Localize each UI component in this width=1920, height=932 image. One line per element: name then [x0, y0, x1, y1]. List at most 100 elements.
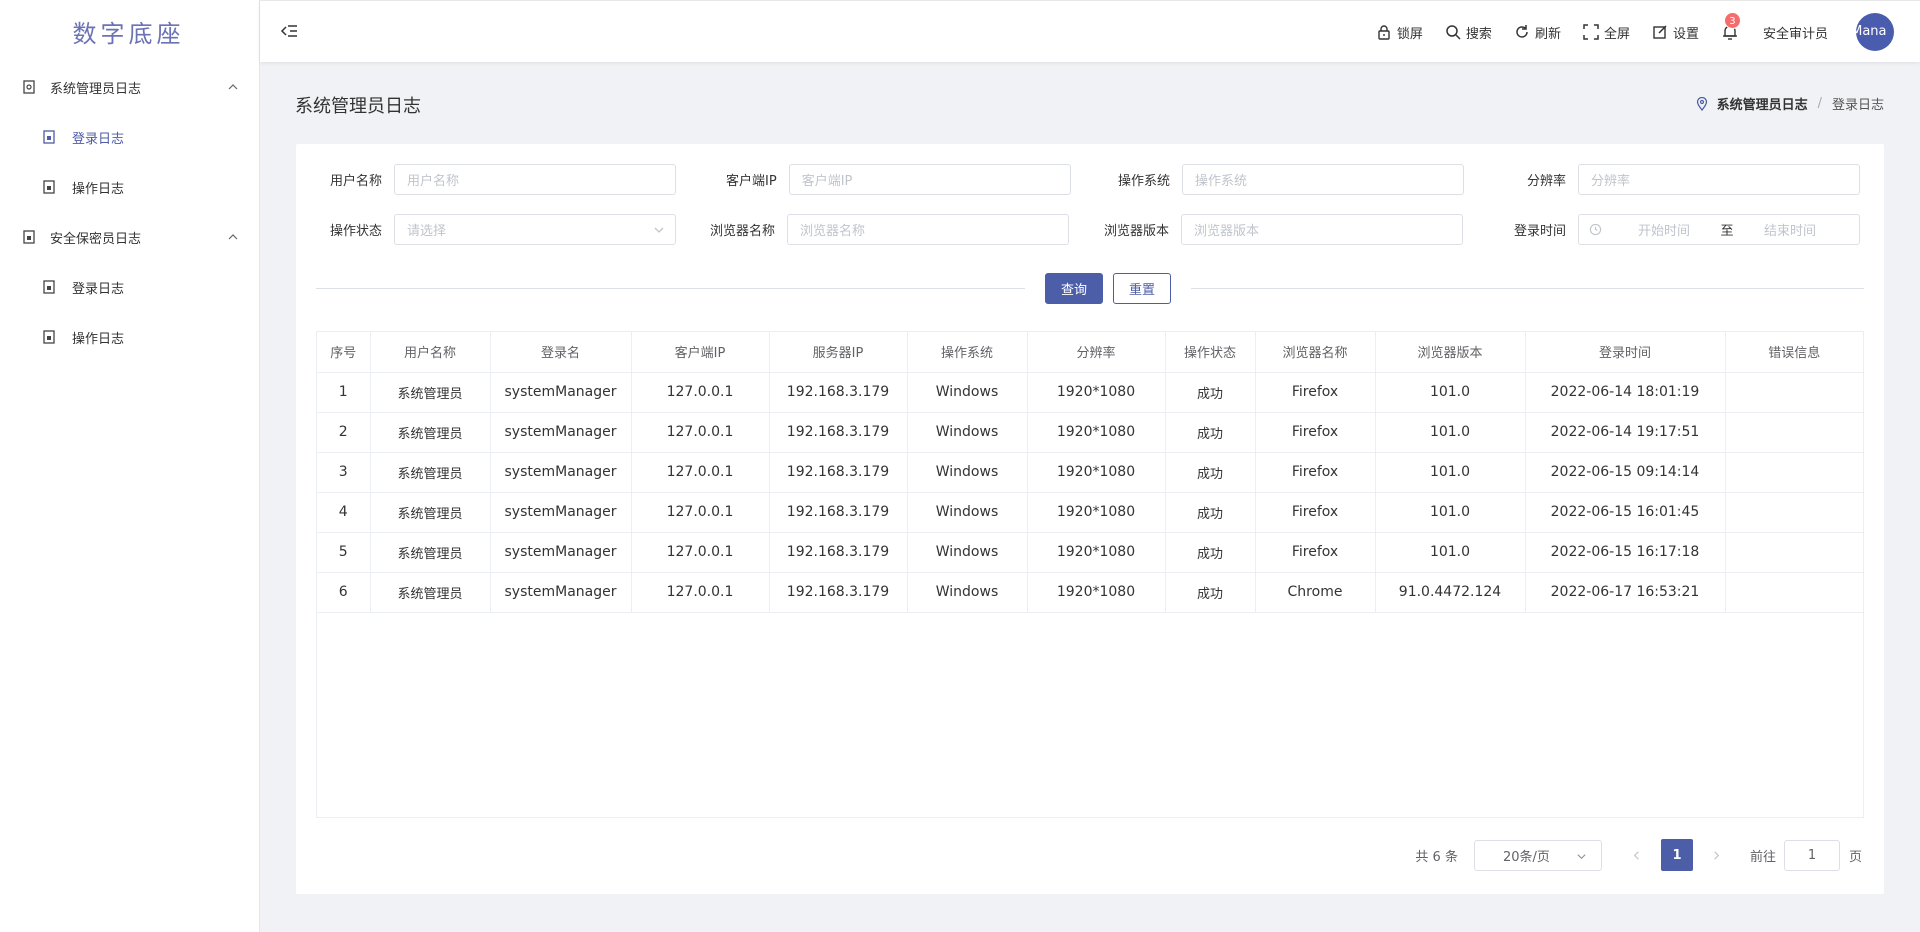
- table-cell: 4: [317, 492, 371, 533]
- table-cell: 成功: [1165, 412, 1256, 453]
- sidebar-item-admin-operation-log[interactable]: 操作日志: [0, 162, 259, 212]
- table-row[interactable]: 4 系统管理员 systemManager 127.0.0.1 192.168.3.17…: [317, 492, 1863, 533]
- filter-actions: 查询 重置: [1025, 273, 1192, 304]
- column-header: 登录时间: [1525, 332, 1726, 373]
- menu-head-admin-log[interactable]: 系统管理员日志: [0, 62, 259, 112]
- page-size-select[interactable]: 20条/页: [1473, 839, 1602, 871]
- collapse-menu-icon[interactable]: [280, 23, 298, 39]
- file-lock-icon: [43, 180, 55, 194]
- chevron-right-icon: [1714, 850, 1720, 860]
- filter-label: 用户名称: [330, 174, 383, 189]
- sidebar-item-security-login-log[interactable]: 登录日志: [0, 262, 259, 312]
- table-cell: Windows: [907, 372, 1028, 413]
- fullscreen-button[interactable]: 全屏: [1583, 23, 1630, 42]
- lock-screen-button[interactable]: 锁屏: [1376, 23, 1423, 42]
- avatar[interactable]: tMana: [1856, 13, 1894, 51]
- table-cell: 127.0.0.1: [631, 372, 770, 413]
- status-select-placeholder: 请选择: [407, 224, 447, 239]
- filter-label: 客户端IP: [726, 174, 777, 189]
- table-cell: 系统管理员: [370, 412, 491, 453]
- end-time-input[interactable]: 结束时间: [1746, 220, 1834, 239]
- table-row[interactable]: 5 系统管理员 systemManager 127.0.0.1 192.168.3.17…: [317, 532, 1863, 573]
- table-cell: 1920*1080: [1027, 572, 1166, 613]
- refresh-button[interactable]: 刷新: [1514, 23, 1561, 42]
- table-row[interactable]: 2 系统管理员 systemManager 127.0.0.1 192.168.3.17…: [317, 412, 1863, 453]
- filter-label: 浏览器版本: [1104, 224, 1170, 239]
- goto-suffix: 页: [1848, 849, 1862, 865]
- table-cell: [1725, 372, 1863, 413]
- table-cell: 127.0.0.1: [631, 412, 770, 453]
- search-button[interactable]: 搜索: [1445, 23, 1492, 42]
- table-cell: 192.168.3.179: [769, 572, 908, 613]
- table-cell: 成功: [1165, 452, 1256, 493]
- table-cell: Chrome: [1255, 572, 1376, 613]
- location-icon: [1696, 96, 1707, 111]
- os-input[interactable]: 操作系统: [1182, 164, 1465, 195]
- filter-client-ip: 客户端IP 客户端IP: [726, 164, 1071, 195]
- filter-label: 登录时间: [1514, 224, 1567, 239]
- table-cell: systemManager: [490, 452, 632, 493]
- filter-username: 用户名称 用户名称: [330, 164, 677, 195]
- sidebar-item-label: 操作日志: [72, 331, 125, 347]
- table-cell: [1725, 532, 1863, 573]
- breadcrumb-separator: /: [1817, 96, 1822, 111]
- table-cell: 101.0: [1375, 492, 1526, 533]
- column-header: 浏览器版本: [1375, 332, 1526, 373]
- table-cell: 192.168.3.179: [769, 532, 908, 573]
- file-lock-icon: [43, 130, 55, 144]
- page-number-current[interactable]: 1: [1660, 839, 1693, 871]
- notification-badge: 3: [1723, 12, 1741, 29]
- table-cell: systemManager: [490, 572, 632, 613]
- search-label: 搜索: [1465, 26, 1492, 42]
- file-lock-icon: [43, 280, 55, 294]
- app-logo: 数字底座: [72, 19, 185, 48]
- table-cell: 127.0.0.1: [631, 572, 770, 613]
- table-row[interactable]: 3 系统管理员 systemManager 127.0.0.1 192.168.3.17…: [317, 452, 1863, 493]
- username-input[interactable]: 用户名称: [394, 164, 677, 195]
- table-cell: 127.0.0.1: [631, 532, 770, 573]
- browser-input[interactable]: 浏览器名称: [787, 214, 1070, 245]
- menu-head-security-log[interactable]: 安全保密员日志: [0, 212, 259, 262]
- table-header-row: 序号 用户名称 登录名 客户端IP 服务器IP 操作系统 分辨率 操作状态 浏览器名称 浏览器版本…: [317, 332, 1863, 373]
- column-header: 序号: [317, 332, 371, 373]
- table-cell: 127.0.0.1: [631, 452, 770, 493]
- clock-icon: [1589, 223, 1602, 236]
- filter-label: 浏览器名称: [710, 224, 776, 239]
- notification-button[interactable]: 3: [1721, 12, 1741, 41]
- table-cell: 101.0: [1375, 412, 1526, 453]
- table-cell: 192.168.3.179: [769, 492, 908, 533]
- pagination: 共 6 条 20条/页 1 前往 1 页: [1415, 839, 1862, 871]
- filter-login-time: 登录时间 开始时间 至 结束时间: [1514, 214, 1861, 245]
- table-cell: Windows: [907, 412, 1028, 453]
- fullscreen-label: 全屏: [1603, 26, 1630, 42]
- start-time-input[interactable]: 开始时间: [1620, 220, 1708, 239]
- table-cell: 2022-06-15 16:01:45: [1525, 492, 1726, 533]
- login-time-range-picker[interactable]: 开始时间 至 结束时间: [1578, 214, 1861, 245]
- status-select[interactable]: 请选择: [394, 214, 677, 245]
- browser-version-input[interactable]: 浏览器版本: [1181, 214, 1464, 245]
- table-cell: 2022-06-15 09:14:14: [1525, 452, 1726, 493]
- client-ip-input[interactable]: 客户端IP: [788, 164, 1071, 195]
- column-header: 服务器IP: [769, 332, 908, 373]
- table-cell: Firefox: [1255, 532, 1376, 573]
- table-cell: systemManager: [490, 372, 632, 413]
- table-cell: 5: [317, 532, 371, 573]
- resolution-input[interactable]: 分辨率: [1578, 164, 1861, 195]
- table-row[interactable]: 1 系统管理员 systemManager 127.0.0.1 192.168.3.17…: [317, 372, 1863, 413]
- sidebar-item-security-operation-log[interactable]: 操作日志: [0, 312, 259, 362]
- menu-group-admin-log: 系统管理员日志 登录日志 操作日志: [0, 62, 259, 212]
- query-button[interactable]: 查询: [1045, 273, 1104, 304]
- table-row[interactable]: 6 系统管理员 systemManager 127.0.0.1 192.168.3.17…: [317, 572, 1863, 613]
- file-lock-icon: [23, 230, 35, 244]
- prev-page-button[interactable]: [1622, 840, 1652, 870]
- user-name[interactable]: 安全审计员: [1763, 23, 1828, 42]
- next-page-button[interactable]: [1702, 840, 1732, 870]
- breadcrumb-item[interactable]: 系统管理员日志: [1717, 94, 1808, 113]
- table-cell: 1: [317, 372, 371, 413]
- sidebar-item-label: 登录日志: [72, 131, 125, 147]
- reset-button[interactable]: 重置: [1113, 273, 1172, 304]
- chevron-down-icon: [654, 227, 664, 233]
- settings-button[interactable]: 设置: [1652, 23, 1699, 42]
- goto-page-input[interactable]: 1: [1783, 839, 1840, 871]
- sidebar-item-admin-login-log[interactable]: 登录日志: [0, 112, 259, 162]
